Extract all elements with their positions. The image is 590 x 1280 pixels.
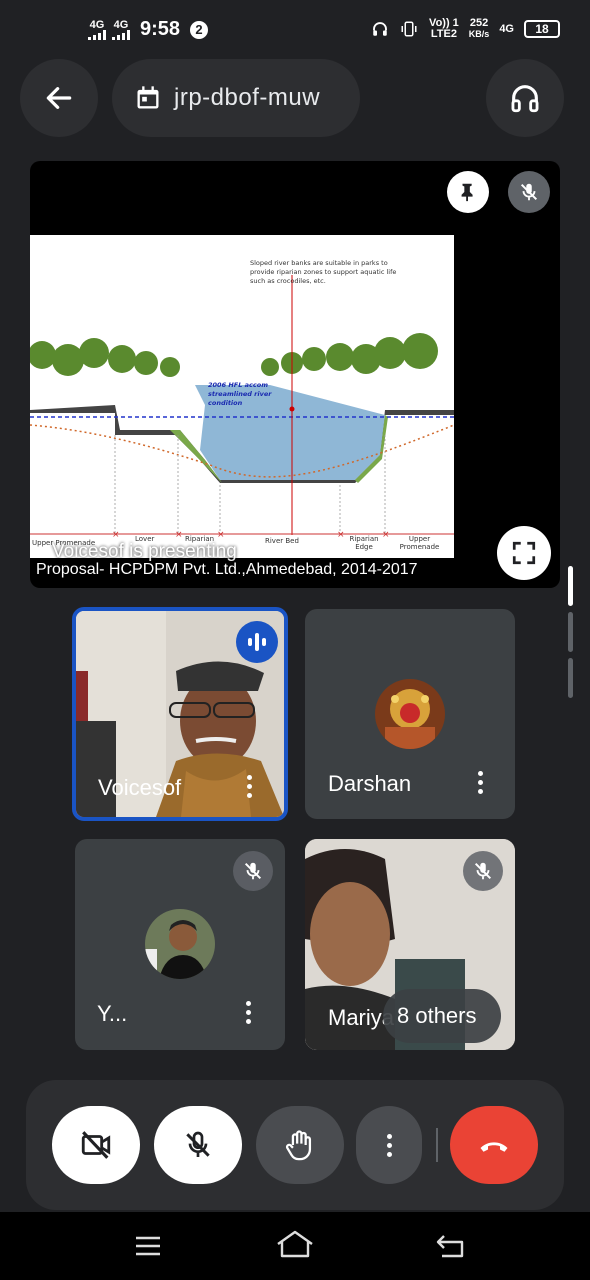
participant-tile-mariya[interactable]: Mariya 8 others [305,839,515,1050]
others-button[interactable]: 8 others [383,989,501,1043]
camera-off-icon [81,1131,111,1159]
muted-indicator [233,851,273,891]
volte-indicator: Vo)) 1 LTE2 [429,17,459,40]
camera-toggle-button[interactable] [52,1106,140,1184]
back-nav-button[interactable] [434,1230,466,1265]
meeting-info-button[interactable]: jrp-dbof-muw [112,59,360,137]
shared-slide: × × × × × Sloped river banks are suitable in… [30,235,454,558]
participant-tile-darshan[interactable]: Darshan [305,609,515,819]
presentation-tile[interactable]: × × × × × Sloped river banks are suitable in… [30,161,560,588]
pin-button[interactable] [447,171,489,213]
menu-icon [136,1236,160,1256]
hang-up-icon [480,1142,508,1152]
home-button[interactable] [274,1228,316,1267]
mic-off-icon [186,1131,210,1157]
presenter-mic-status [508,171,550,213]
arrow-left-icon [46,87,72,109]
speaking-indicator [236,621,278,663]
clock: 9:58 [140,18,181,40]
slide-footer: Proposal- HCPDPM Pvt. Ltd.,Ahmedebad, 20… [36,561,418,578]
network-type-icon: 4G [499,23,514,35]
hand-icon [285,1130,312,1161]
network-speed: 252 KB/s [468,17,490,40]
system-nav-bar [0,1212,590,1280]
scroll-indicator [568,658,573,698]
calendar-icon [137,86,159,109]
divider [436,1128,438,1162]
participant-options-button[interactable] [244,775,254,798]
back-button[interactable] [20,59,98,137]
mic-toggle-button[interactable] [154,1106,242,1184]
avatar [375,679,445,749]
muted-indicator [463,851,503,891]
notification-count-badge: 2 [190,20,209,39]
audio-level-icon [248,633,266,651]
others-label: 8 others [397,1003,477,1028]
sim1-signal-icon: 4G [88,19,106,40]
mic-off-icon [520,183,538,201]
audio-output-button[interactable] [486,59,564,137]
scroll-indicator [568,612,573,652]
participant-tile-voicesof[interactable]: Voicesof [72,607,288,821]
status-bar: 4G 4G 9:58 2 Vo)) 1 LTE2 252 KB/s 4G 18 [0,0,590,62]
pin-icon [461,183,473,202]
headphones-icon [511,85,539,113]
participant-name: Voicesof [98,775,182,800]
back-nav-icon [436,1235,464,1258]
river-section-diagram: × × × × × Sloped river banks are suitable in… [30,259,454,551]
participant-options-button[interactable] [243,1001,253,1024]
hfl-label: 2006 HFL accom streamlined river conditi… [208,381,272,407]
mic-off-icon [474,862,492,880]
mic-off-icon [244,862,262,880]
participant-tile-y[interactable]: Y... [75,839,285,1050]
participant-options-button[interactable] [475,771,485,794]
avatar [145,909,215,979]
home-icon [277,1230,313,1258]
scroll-indicator-active [568,566,573,606]
more-vert-icon [384,1133,394,1157]
end-call-button[interactable] [450,1106,538,1184]
participant-name: Darshan [328,771,412,796]
headset-status-icon [373,22,387,36]
battery-icon: 18 [524,20,560,38]
call-controls [26,1080,564,1210]
presenting-label: Voicesof is presenting [52,541,237,562]
participant-name: Y... [97,1001,128,1026]
raise-hand-button[interactable] [256,1106,344,1184]
more-options-button[interactable] [356,1106,422,1184]
meeting-code: jrp-dbof-muw [174,84,321,111]
slide-annotation: Sloped river banks are suitable in parks… [250,259,397,285]
vibrate-icon [401,21,417,37]
sim2-signal-icon: 4G [112,19,130,40]
recents-button[interactable] [134,1234,162,1263]
fullscreen-button[interactable] [497,526,551,580]
fullscreen-icon [512,541,536,565]
